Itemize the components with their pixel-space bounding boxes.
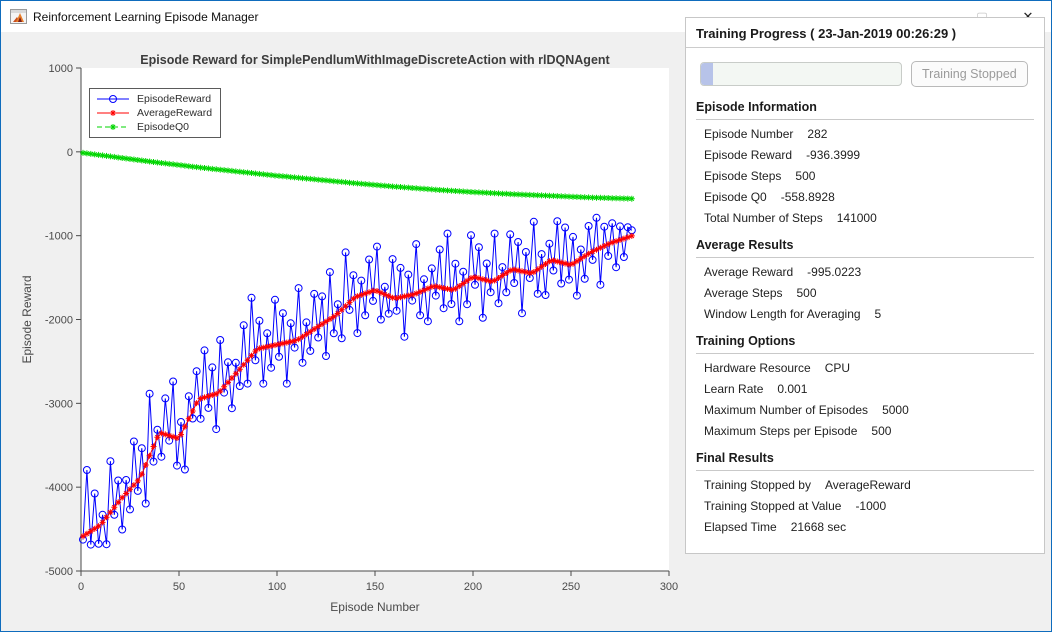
training-progress-bar <box>700 62 902 86</box>
training-stopped-button[interactable]: Training Stopped <box>911 61 1028 87</box>
info-value: 141000 <box>836 211 877 225</box>
training-progress-panel: Training Progress ( 23-Jan-2019 00:26:29… <box>685 17 1045 554</box>
section-episode-information: Episode Information Episode Number 282 Epis… <box>686 100 1044 225</box>
info-value: CPU <box>824 361 851 375</box>
svg-text:1000: 1000 <box>49 63 73 75</box>
info-label: Elapsed Time <box>704 520 777 534</box>
svg-text:-2000: -2000 <box>45 315 73 327</box>
svg-text:-1000: -1000 <box>45 231 73 243</box>
legend-item-AverageReward: AverageReward <box>96 106 212 120</box>
info-row: Episode Reward -936.3999 <box>704 148 1034 162</box>
info-label: Episode Number <box>704 127 794 141</box>
info-label: Episode Q0 <box>704 190 767 204</box>
panel-sections: Episode Information Episode Number 282 Epis… <box>686 100 1044 534</box>
svg-text:0: 0 <box>78 581 84 593</box>
info-row: Training Stopped at Value -1000 <box>704 499 1034 513</box>
info-value: 500 <box>795 169 816 183</box>
info-value: 21668 sec <box>790 520 847 534</box>
info-row: Average Steps 500 <box>704 286 1034 300</box>
section-average-results: Average Results Average Reward -995.0223 Av… <box>686 238 1044 321</box>
svg-text:-4000: -4000 <box>45 482 73 494</box>
svg-text:100: 100 <box>268 581 286 593</box>
info-label: Episode Reward <box>704 148 793 162</box>
info-row: Training Stopped by AverageReward <box>704 478 1034 492</box>
info-label: Training Stopped by <box>704 478 811 492</box>
info-value: 500 <box>796 286 817 300</box>
info-value: 0.001 <box>777 382 808 396</box>
training-chart: Episode Reward for SimplePendlumWithImag… <box>1 32 685 631</box>
legend-item-EpisodeReward: EpisodeReward <box>96 92 212 106</box>
svg-text:0: 0 <box>67 147 73 159</box>
info-row: Episode Number 282 <box>704 127 1034 141</box>
svg-text:300: 300 <box>660 581 678 593</box>
info-label: Average Steps <box>704 286 783 300</box>
info-value: -995.0223 <box>807 265 862 279</box>
info-label: Hardware Resource <box>704 361 811 375</box>
panel-header: Training Progress ( 23-Jan-2019 00:26:29… <box>686 18 1044 48</box>
svg-text:50: 50 <box>173 581 185 593</box>
info-value: 5 <box>874 307 882 321</box>
info-row: Maximum Number of Episodes 5000 <box>704 403 1034 417</box>
info-row: Total Number of Steps 141000 <box>704 211 1034 225</box>
info-value: 5000 <box>882 403 909 417</box>
section-title: Episode Information <box>696 100 1034 120</box>
section-final-results: Final Results Training Stopped by AverageR… <box>686 451 1044 534</box>
info-row: Episode Steps 500 <box>704 169 1034 183</box>
svg-text:150: 150 <box>366 581 384 593</box>
info-row: Learn Rate 0.001 <box>704 382 1034 396</box>
info-label: Learn Rate <box>704 382 764 396</box>
section-title: Training Options <box>696 334 1034 354</box>
info-value: -936.3999 <box>806 148 861 162</box>
info-value: 282 <box>807 127 828 141</box>
progress-fill <box>701 63 713 85</box>
info-value: AverageReward <box>824 478 911 492</box>
svg-text:Episode Reward: Episode Reward <box>20 275 34 363</box>
info-label: Average Reward <box>704 265 794 279</box>
svg-text:-5000: -5000 <box>45 566 73 578</box>
info-label: Maximum Steps per Episode <box>704 424 858 438</box>
info-row: Window Length for Averaging 5 <box>704 307 1034 321</box>
info-value: 500 <box>871 424 892 438</box>
info-label: Episode Steps <box>704 169 782 183</box>
chart-legend: EpisodeReward AverageReward EpisodeQ0 <box>89 88 222 138</box>
info-value: -1000 <box>855 499 887 513</box>
info-value: -558.8928 <box>780 190 835 204</box>
section-training-options: Training Options Hardware Resource CPU Lear… <box>686 334 1044 438</box>
svg-text:-3000: -3000 <box>45 398 73 410</box>
section-title: Average Results <box>696 238 1034 258</box>
info-label: Maximum Number of Episodes <box>704 403 869 417</box>
matlab-icon <box>10 9 27 24</box>
info-label: Training Stopped at Value <box>704 499 842 513</box>
info-row: Hardware Resource CPU <box>704 361 1034 375</box>
info-row: Maximum Steps per Episode 500 <box>704 424 1034 438</box>
legend-item-EpisodeQ0: EpisodeQ0 <box>96 120 212 134</box>
svg-text:250: 250 <box>562 581 580 593</box>
info-row: Elapsed Time 21668 sec <box>704 520 1034 534</box>
svg-text:Episode Number: Episode Number <box>330 600 419 614</box>
app-window: Reinforcement Learning Episode Manager —… <box>0 0 1052 632</box>
info-row: Average Reward -995.0223 <box>704 265 1034 279</box>
window-title: Reinforcement Learning Episode Manager <box>33 9 259 24</box>
info-label: Total Number of Steps <box>704 211 823 225</box>
section-title: Final Results <box>696 451 1034 471</box>
info-row: Episode Q0 -558.8928 <box>704 190 1034 204</box>
svg-text:200: 200 <box>464 581 482 593</box>
info-label: Window Length for Averaging <box>704 307 861 321</box>
